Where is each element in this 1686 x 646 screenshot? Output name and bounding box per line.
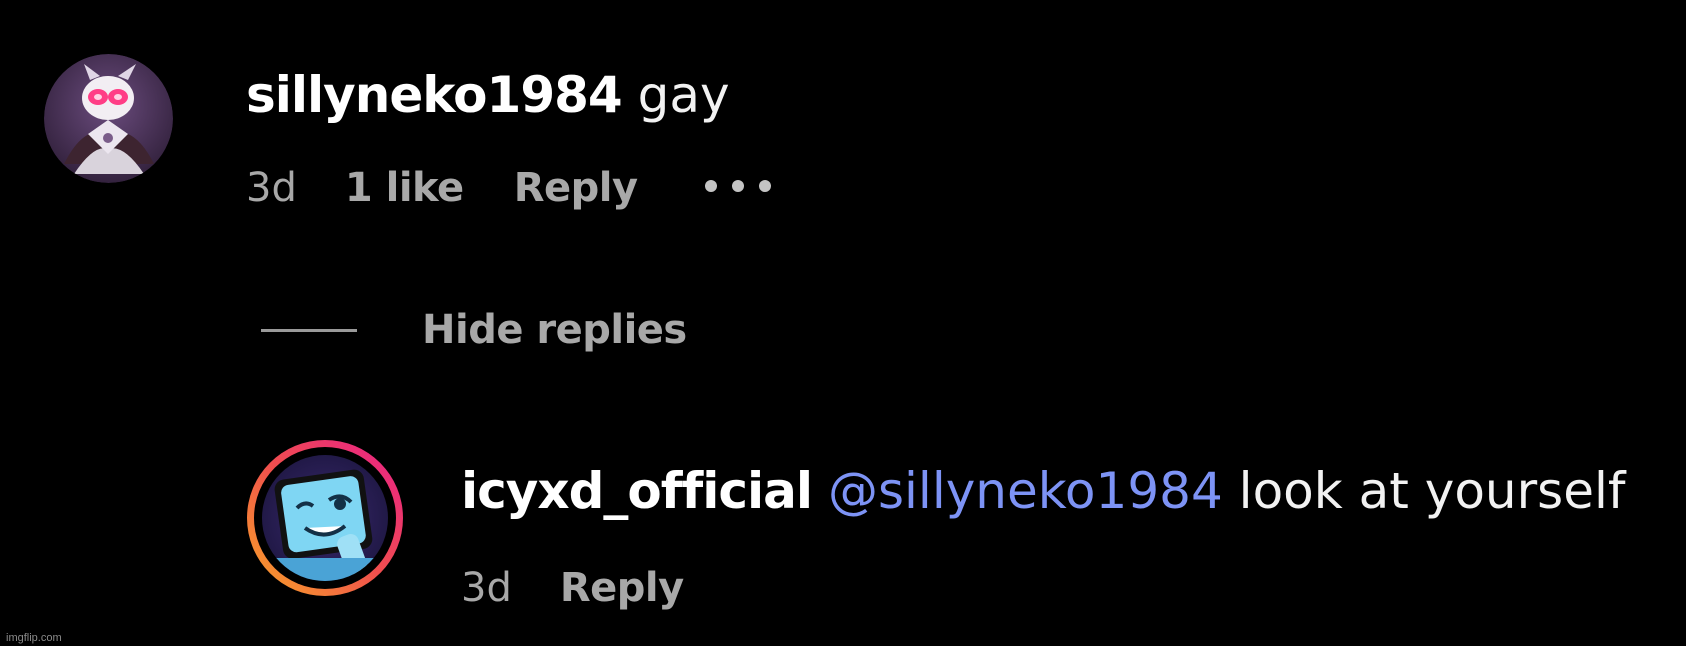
replier-username[interactable]: icyxd_official (461, 462, 813, 520)
reply-mention-link[interactable]: @sillyneko1984 (828, 462, 1223, 520)
replier-avatar[interactable] (245, 438, 405, 598)
comment-text: gay (637, 66, 730, 124)
reply-timestamp: 3d (461, 565, 512, 611)
thread-divider-line (261, 329, 357, 332)
comment-meta: 3d 1 like Reply (246, 160, 638, 216)
commenter-avatar[interactable] (44, 54, 173, 183)
commenter-username[interactable]: sillyneko1984 (246, 66, 623, 124)
reply-text: look at yourself (1238, 462, 1626, 520)
more-options-icon[interactable] (705, 176, 771, 196)
hide-replies-button[interactable]: Hide replies (422, 302, 687, 358)
reply-reply-button[interactable]: Reply (560, 565, 684, 611)
comment-body: sillyneko1984 gay (246, 62, 730, 128)
reply-body: icyxd_official @sillyneko1984 look at yo… (461, 458, 1625, 524)
comment-likes-count[interactable]: 1 like (345, 165, 464, 211)
comment-timestamp: 3d (246, 165, 297, 211)
imgflip-watermark: imgflip.com (6, 632, 62, 644)
comment-reply-button[interactable]: Reply (514, 165, 638, 211)
reply-meta: 3d Reply (461, 560, 684, 616)
